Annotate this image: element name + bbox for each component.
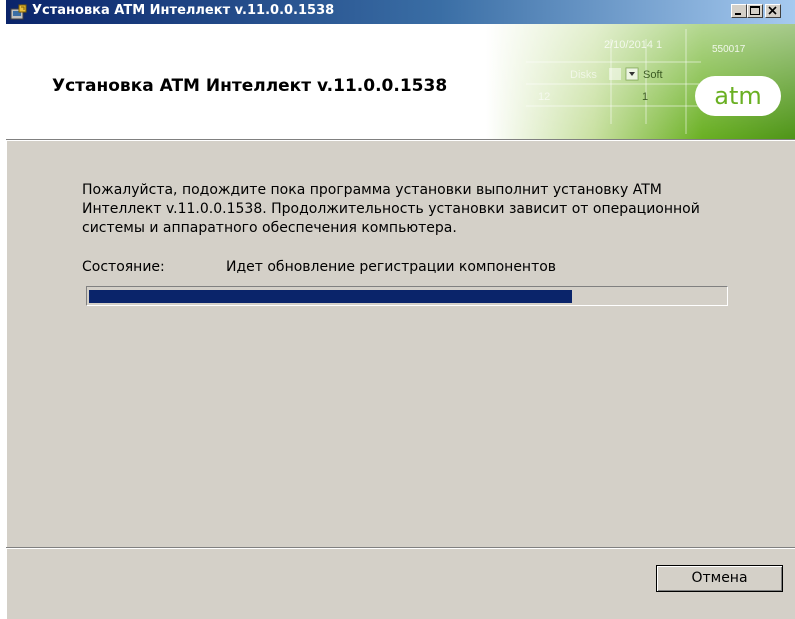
header-banner: Установка ATM Интеллект v.11.0.0.1538 2/… [6,24,795,139]
close-button[interactable] [765,4,781,18]
banner-art-text-12: 12 [538,91,550,103]
progress-bar [86,286,728,306]
close-icon [768,6,777,15]
page-title: Установка ATM Интеллект v.11.0.0.1538 [52,76,448,96]
minimize-button[interactable] [731,4,747,18]
installer-window: Установка ATM Интеллект v.11.0.0.1538 Ус… [6,0,795,619]
maximize-button[interactable] [747,4,763,18]
maximize-icon [750,6,760,15]
cancel-button[interactable]: Отмена [656,565,783,592]
header-divider-highlight [6,140,795,141]
footer-divider-highlight [6,548,795,549]
window-title: Установка ATM Интеллект v.11.0.0.1538 [32,3,335,18]
install-message: Пожалуйста, подождите пока программа уст… [82,182,700,236]
progress-fill [89,290,572,303]
minimize-icon [735,13,741,15]
banner-artwork: 2/10/2014 1 550017 Disks Soft 12 1 atm [486,24,795,139]
banner-art-text-disks: Disks [570,69,597,81]
status-value: Идет обновление регистрации компонентов [226,259,557,275]
banner-art-text-1: 1 [642,91,648,103]
banner-art-text-date: 2/10/2014 1 [604,39,662,51]
banner-art-text-soft: Soft [643,69,663,81]
banner-art-text-number: 550017 [712,44,746,55]
atm-logo-text: atm [714,82,762,110]
installer-icon [10,4,27,20]
title-bar[interactable]: Установка ATM Интеллект v.11.0.0.1538 [6,0,795,24]
status-label: Состояние: [82,259,165,275]
